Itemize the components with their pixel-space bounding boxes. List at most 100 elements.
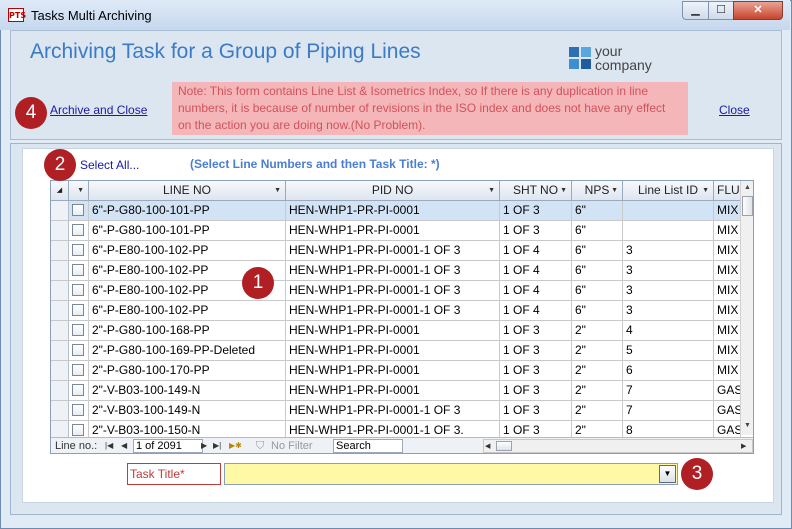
cell-line-no[interactable]: 6"-P-G80-100-101-PP [89, 201, 286, 221]
table-row[interactable]: 2"-P-G80-100-170-PP HEN-WHP1-PR-PI-0001 1 … [51, 361, 741, 381]
cell-line-list-id[interactable] [623, 221, 714, 241]
cell-nps[interactable]: 2" [572, 361, 623, 381]
cell-line-list-id[interactable]: 4 [623, 321, 714, 341]
horizontal-scroll-thumb[interactable] [496, 441, 512, 451]
table-row[interactable]: 6"-P-E80-100-102-PP HEN-WHP1-PR-PI-0001-1… [51, 301, 741, 321]
row-selector[interactable] [51, 361, 69, 381]
row-checkbox[interactable] [72, 264, 84, 276]
row-checkbox[interactable] [72, 244, 84, 256]
cell-line-list-id[interactable]: 5 [623, 341, 714, 361]
cell-nps[interactable]: 6" [572, 301, 623, 321]
cell-pid-no[interactable]: HEN-WHP1-PR-PI-0001-1 OF 3 [286, 301, 500, 321]
cell-nps[interactable]: 6" [572, 281, 623, 301]
row-checkbox[interactable] [72, 384, 84, 396]
cell-sht-no[interactable]: 1 OF 3 [500, 401, 572, 421]
no-filter-button[interactable]: No Filter [271, 439, 313, 453]
row-checkbox[interactable] [72, 284, 84, 296]
row-checkbox[interactable] [72, 424, 84, 436]
cell-pid-no[interactable]: HEN-WHP1-PR-PI-0001 [286, 341, 500, 361]
cell-nps[interactable]: 2" [572, 401, 623, 421]
row-selector[interactable] [51, 261, 69, 281]
column-header-nps[interactable]: NPS ▼ [572, 181, 623, 201]
horizontal-scrollbar[interactable]: ◀ ▶ [483, 439, 753, 453]
cell-nps[interactable]: 2" [572, 381, 623, 401]
row-selector[interactable] [51, 241, 69, 261]
cell-nps[interactable]: 6" [572, 221, 623, 241]
scroll-up-icon[interactable]: ▲ [741, 181, 753, 195]
cell-sht-no[interactable]: 1 OF 4 [500, 281, 572, 301]
cell-sht-no[interactable]: 1 OF 3 [500, 321, 572, 341]
cell-pid-no[interactable]: HEN-WHP1-PR-PI-0001-1 OF 3 [286, 241, 500, 261]
cell-line-no[interactable]: 6"-P-G80-100-101-PP [89, 221, 286, 241]
cell-pid-no[interactable]: HEN-WHP1-PR-PI-0001 [286, 321, 500, 341]
search-input[interactable]: Search [333, 439, 403, 453]
cell-nps[interactable]: 6" [572, 261, 623, 281]
checkbox-column-header[interactable]: ▼ [69, 181, 89, 201]
cell-sht-no[interactable]: 1 OF 3 [500, 381, 572, 401]
cell-sht-no[interactable]: 1 OF 4 [500, 261, 572, 281]
row-selector[interactable] [51, 381, 69, 401]
cell-line-list-id[interactable]: 3 [623, 261, 714, 281]
minimize-button[interactable]: ▁ [682, 1, 709, 20]
cell-fluid[interactable]: MIX [714, 341, 741, 361]
row-checkbox[interactable] [72, 204, 84, 216]
cell-nps[interactable]: 6" [572, 201, 623, 221]
row-selector[interactable] [51, 221, 69, 241]
row-selector[interactable] [51, 321, 69, 341]
column-header-sht-no[interactable]: SHT NO ▼ [500, 181, 572, 201]
task-title-dropdown[interactable]: ▼ [224, 463, 678, 485]
cell-line-no[interactable]: 2"-P-G80-100-170-PP [89, 361, 286, 381]
cell-sht-no[interactable]: 1 OF 3 [500, 201, 572, 221]
last-record-icon[interactable]: ▶| [213, 439, 221, 453]
row-selector[interactable] [51, 341, 69, 361]
cell-fluid[interactable]: MIX [714, 301, 741, 321]
maximize-button[interactable]: ☐ [708, 1, 734, 20]
cell-fluid[interactable]: MIX [714, 321, 741, 341]
table-row[interactable]: 2"-V-B03-100-149-N HEN-WHP1-PR-PI-0001-1 … [51, 401, 741, 421]
prev-record-icon[interactable]: ◀ [121, 439, 127, 453]
cell-pid-no[interactable]: HEN-WHP1-PR-PI-0001-1 OF 3 [286, 261, 500, 281]
first-record-icon[interactable]: |◀ [105, 439, 113, 453]
cell-fluid[interactable]: MIX [714, 261, 741, 281]
column-header-line-list-id[interactable]: Line List ID ▼ [623, 181, 714, 201]
cell-line-no[interactable]: 6"-P-E80-100-102-PP [89, 301, 286, 321]
cell-sht-no[interactable]: 1 OF 3 [500, 341, 572, 361]
cell-nps[interactable]: 6" [572, 241, 623, 261]
column-header-pid-no[interactable]: PID NO ▼ [286, 181, 500, 201]
table-row[interactable]: 6"-P-E80-100-102-PP HEN-WHP1-PR-PI-0001-1… [51, 281, 741, 301]
close-window-button[interactable]: ✕ [733, 1, 783, 20]
table-row[interactable]: 6"-P-G80-100-101-PP HEN-WHP1-PR-PI-0001 1 … [51, 201, 741, 221]
select-all-link[interactable]: Select All... [80, 158, 139, 172]
cell-line-no[interactable]: 2"-V-B03-100-149-N [89, 401, 286, 421]
cell-pid-no[interactable]: HEN-WHP1-PR-PI-0001 [286, 201, 500, 221]
row-checkbox[interactable] [72, 404, 84, 416]
cell-line-list-id[interactable]: 7 [623, 381, 714, 401]
row-checkbox[interactable] [72, 344, 84, 356]
cell-line-list-id[interactable]: 3 [623, 241, 714, 261]
cell-fluid[interactable]: GAS [714, 381, 741, 401]
cell-pid-no[interactable]: HEN-WHP1-PR-PI-0001 [286, 381, 500, 401]
cell-line-list-id[interactable]: 6 [623, 361, 714, 381]
cell-fluid[interactable]: MIX [714, 221, 741, 241]
close-link[interactable]: Close [719, 103, 750, 117]
chevron-down-icon[interactable]: ▼ [659, 465, 676, 483]
cell-sht-no[interactable]: 1 OF 4 [500, 301, 572, 321]
record-number-input[interactable]: 1 of 2091 [133, 439, 203, 453]
scroll-left-icon[interactable]: ◀ [485, 440, 490, 453]
scroll-down-icon[interactable]: ▼ [741, 419, 753, 433]
new-record-icon[interactable]: ▶✱ [229, 439, 242, 453]
row-checkbox[interactable] [72, 224, 84, 236]
cell-line-no[interactable]: 2"-V-B03-100-149-N [89, 381, 286, 401]
cell-fluid[interactable]: MIX [714, 241, 741, 261]
table-row[interactable]: 6"-P-E80-100-102-PP HEN-WHP1-PR-PI-0001-1… [51, 261, 741, 281]
scroll-thumb[interactable] [742, 196, 753, 216]
cell-pid-no[interactable]: HEN-WHP1-PR-PI-0001-1 OF 3 [286, 401, 500, 421]
cell-sht-no[interactable]: 1 OF 3 [500, 221, 572, 241]
row-selector[interactable] [51, 281, 69, 301]
row-checkbox[interactable] [72, 364, 84, 376]
cell-pid-no[interactable]: HEN-WHP1-PR-PI-0001 [286, 361, 500, 381]
cell-nps[interactable]: 2" [572, 341, 623, 361]
row-checkbox[interactable] [72, 324, 84, 336]
cell-fluid[interactable]: MIX [714, 361, 741, 381]
cell-line-no[interactable]: 2"-P-G80-100-169-PP-Deleted [89, 341, 286, 361]
